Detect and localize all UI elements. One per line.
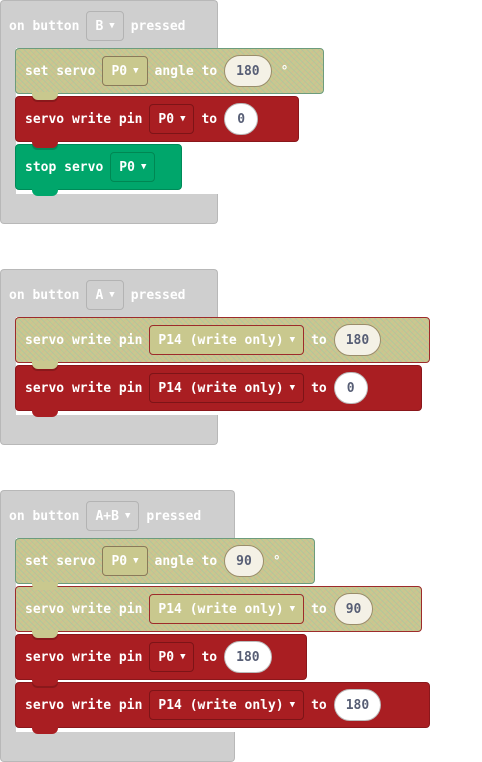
pin-value: P0 xyxy=(119,159,135,175)
button-value: A+B xyxy=(95,508,119,524)
hat-body-edge xyxy=(0,48,16,194)
servo-write-pin-label: servo write pin xyxy=(25,649,143,665)
write-value-input[interactable]: 0 xyxy=(333,372,368,404)
degree-unit: ° xyxy=(280,63,289,79)
pin-dropdown[interactable]: P0 ▼ xyxy=(110,152,156,182)
servo-write-pin-block[interactable]: servo write pin P14 (write only) ▼ to 180 xyxy=(15,682,430,734)
set-servo-label: set servo xyxy=(25,553,96,569)
pin-dropdown[interactable]: P14 (write only) ▼ xyxy=(149,690,305,720)
angle-to-label: angle to xyxy=(154,63,218,79)
stop-servo-label: stop servo xyxy=(25,159,104,175)
servo-write-pin-label: servo write pin xyxy=(25,697,143,713)
event-script-button-a[interactable]: on button A ▼ pressed servo write pin P14… xyxy=(0,269,430,445)
hat-body-edge xyxy=(0,317,16,415)
pin-value: P0 xyxy=(158,111,175,127)
chevron-down-icon: ▼ xyxy=(289,700,296,710)
button-dropdown[interactable]: A+B ▼ xyxy=(86,501,140,531)
write-value-input[interactable]: 0 xyxy=(224,103,259,135)
button-dropdown[interactable]: A ▼ xyxy=(86,280,124,310)
chevron-down-icon: ▼ xyxy=(140,162,147,172)
pin-value: P14 (write only) xyxy=(158,697,284,713)
pin-value: P14 (write only) xyxy=(158,601,284,617)
button-value: A xyxy=(95,287,104,303)
pressed-label: pressed xyxy=(130,18,186,34)
hat-body-edge xyxy=(0,538,16,732)
set-servo-angle-block[interactable]: set servo P0 ▼ angle to 180 ° xyxy=(15,48,324,100)
chevron-down-icon: ▼ xyxy=(109,21,115,31)
pin-dropdown[interactable]: P0 ▼ xyxy=(149,104,195,134)
chevron-down-icon: ▼ xyxy=(133,66,139,76)
chevron-down-icon: ▼ xyxy=(109,290,115,300)
write-value-input[interactable]: 180 xyxy=(333,324,382,356)
degree-unit: ° xyxy=(272,553,281,569)
button-value: B xyxy=(95,18,104,34)
servo-write-pin-label: servo write pin xyxy=(25,332,143,348)
pin-value: P14 (write only) xyxy=(158,380,284,396)
chevron-down-icon: ▼ xyxy=(289,335,296,345)
pressed-label: pressed xyxy=(130,287,186,303)
event-script-button-a-b[interactable]: on button A+B ▼ pressed set servo P0 ▼ ang… xyxy=(0,490,430,762)
stop-servo-block[interactable]: stop servo P0 ▼ xyxy=(15,144,182,196)
to-label: to xyxy=(201,649,218,665)
servo-write-pin-block[interactable]: servo write pin P0 ▼ to 0 xyxy=(15,96,299,148)
servo-write-pin-block[interactable]: servo write pin P14 (write only) ▼ to 90 xyxy=(15,586,422,638)
to-label: to xyxy=(311,601,327,617)
pin-value: P14 (write only) xyxy=(158,332,284,348)
hat-foot xyxy=(0,194,218,224)
pin-dropdown[interactable]: P0 ▼ xyxy=(102,56,148,86)
pin-dropdown[interactable]: P14 (write only) ▼ xyxy=(149,594,305,624)
on-button-hat-block[interactable]: on button B ▼ pressed xyxy=(0,0,218,48)
on-button-hat-block[interactable]: on button A+B ▼ pressed xyxy=(0,490,235,538)
pin-dropdown[interactable]: P14 (write only) ▼ xyxy=(149,325,305,355)
on-button-label: on button xyxy=(9,287,80,303)
pin-dropdown[interactable]: P0 ▼ xyxy=(149,642,195,672)
pin-value: P0 xyxy=(158,649,175,665)
to-label: to xyxy=(201,111,218,127)
on-button-label: on button xyxy=(9,18,80,34)
angle-value-input[interactable]: 90 xyxy=(224,545,264,577)
hat-foot xyxy=(0,415,218,445)
chevron-down-icon: ▼ xyxy=(133,556,139,566)
hat-foot xyxy=(0,732,235,762)
set-servo-angle-block[interactable]: set servo P0 ▼ angle to 90 ° xyxy=(15,538,315,590)
servo-write-pin-label: servo write pin xyxy=(25,380,143,396)
pressed-label: pressed xyxy=(146,508,202,524)
chevron-down-icon: ▼ xyxy=(124,511,131,521)
chevron-down-icon: ▼ xyxy=(180,114,186,124)
servo-write-pin-label: servo write pin xyxy=(25,111,143,127)
button-dropdown[interactable]: B ▼ xyxy=(86,11,124,41)
servo-write-pin-block[interactable]: servo write pin P14 (write only) ▼ to 0 xyxy=(15,365,422,417)
chevron-down-icon: ▼ xyxy=(180,652,186,662)
to-label: to xyxy=(311,380,327,396)
pin-value: P0 xyxy=(111,63,128,79)
angle-value-input[interactable]: 180 xyxy=(224,55,272,87)
write-value-input[interactable]: 180 xyxy=(333,689,382,721)
pin-value: P0 xyxy=(111,553,128,569)
servo-write-pin-label: servo write pin xyxy=(25,601,143,617)
chevron-down-icon: ▼ xyxy=(289,383,296,393)
write-value-input[interactable]: 180 xyxy=(224,641,272,673)
on-button-hat-block[interactable]: on button A ▼ pressed xyxy=(0,269,218,317)
on-button-label: on button xyxy=(9,508,80,524)
angle-to-label: angle to xyxy=(154,553,218,569)
set-servo-label: set servo xyxy=(25,63,96,79)
event-script-button-b[interactable]: on button B ▼ pressed set servo P0 ▼ angle… xyxy=(0,0,324,224)
to-label: to xyxy=(311,697,327,713)
servo-write-pin-block[interactable]: servo write pin P0 ▼ to 180 xyxy=(15,634,307,686)
pin-dropdown[interactable]: P0 ▼ xyxy=(102,546,148,576)
pin-dropdown[interactable]: P14 (write only) ▼ xyxy=(149,373,305,403)
to-label: to xyxy=(311,332,327,348)
servo-write-pin-block[interactable]: servo write pin P14 (write only) ▼ to 180 xyxy=(15,317,430,369)
write-value-input[interactable]: 90 xyxy=(333,593,374,625)
chevron-down-icon: ▼ xyxy=(289,604,296,614)
